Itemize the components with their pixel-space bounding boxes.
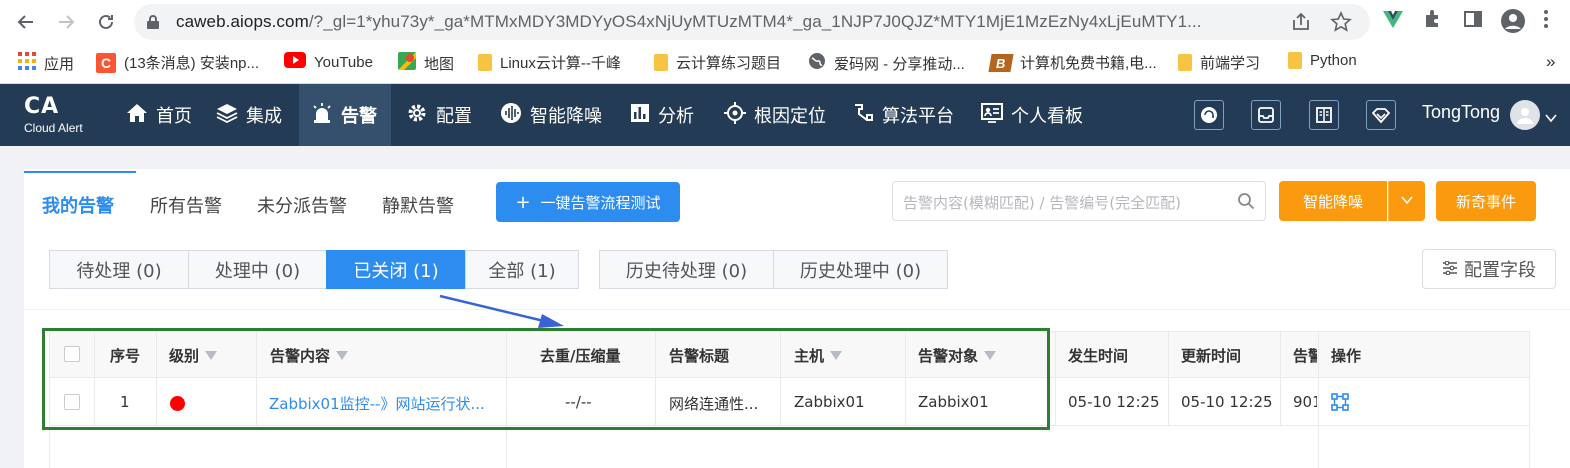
extensions-icon[interactable] — [1422, 8, 1444, 34]
nav-algorithm-platform[interactable]: 算法平台 — [840, 84, 966, 146]
bookmark-frontend[interactable]: 前端学习 — [1178, 52, 1260, 73]
one-click-test-button[interactable]: + 一键告警流程测试 — [496, 182, 680, 222]
star-icon[interactable] — [1330, 11, 1352, 37]
nav-root-cause[interactable]: 根因定位 — [712, 84, 838, 146]
noise-icon — [500, 102, 522, 129]
status-tab-pending[interactable]: 待处理 (0) — [49, 250, 189, 289]
bookmark-python[interactable]: Python — [1288, 52, 1357, 69]
row-updated: 05-10 12:25 — [1181, 393, 1273, 411]
book-site-icon: B — [988, 53, 1014, 72]
menu-kebab-icon[interactable] — [1540, 8, 1552, 34]
new-event-button[interactable]: 新奇事件 — [1436, 181, 1536, 221]
nav-noise-reduction[interactable]: 智能降噪 — [488, 84, 614, 146]
bookmark-maps[interactable]: 地图 — [398, 52, 454, 74]
globe-icon — [808, 52, 826, 74]
diamond-icon[interactable] — [1366, 100, 1396, 130]
annotation-arrow — [439, 294, 564, 328]
bookmarks-bar: 应用 C (13条消息) 安装np... YouTube 地图 Linux云计算… — [0, 44, 1570, 82]
active-tab-indicator — [24, 171, 136, 173]
bookmarks-more[interactable]: » — [1546, 52, 1555, 72]
apps-grid-icon — [18, 52, 36, 74]
tab-unassigned-alerts[interactable]: 未分派告警 — [257, 192, 347, 218]
bookmark-youtube[interactable]: YouTube — [284, 52, 373, 72]
status-tab-history-pending[interactable]: 历史待处理 (0) — [599, 250, 774, 289]
youtube-icon — [284, 52, 306, 72]
gear-icon — [406, 102, 428, 129]
home-icon — [126, 103, 148, 128]
bookmark-aima[interactable]: 爱码网 - 分享推动... — [808, 52, 965, 74]
forward-icon[interactable] — [52, 8, 80, 36]
bar-chart-icon — [630, 103, 650, 128]
docs-book-icon[interactable] — [1309, 100, 1339, 130]
browser-chrome: caweb.aiops.com/?_gl=1*yhu73y*_ga*MTMxMD… — [0, 0, 1570, 84]
folder-icon — [654, 54, 668, 71]
sliders-icon — [1442, 259, 1458, 280]
row-extra-truncated: 901 — [1293, 393, 1317, 411]
status-tab-history-processing[interactable]: 历史处理中 (0) — [773, 250, 948, 289]
csdn-icon: C — [96, 52, 116, 73]
status-tab-processing[interactable]: 处理中 (0) — [188, 250, 327, 289]
app-top-nav: CA Cloud Alert 首页 集成 告警 配置 智能降噪 分析 根因定位 … — [0, 84, 1570, 146]
app-logo[interactable]: CA Cloud Alert — [24, 96, 83, 135]
vue-devtools-icon[interactable] — [1382, 8, 1404, 34]
profile-icon[interactable] — [1500, 8, 1526, 38]
noise-reduction-dropdown[interactable] — [1388, 181, 1425, 221]
search-icon[interactable] — [1237, 192, 1255, 214]
omnibox[interactable]: caweb.aiops.com/?_gl=1*yhu73y*_ga*MTMxMD… — [134, 4, 1370, 40]
alarm-icon — [311, 102, 333, 129]
nav-analysis[interactable]: 分析 — [618, 84, 706, 146]
folder-icon — [478, 54, 492, 71]
url-text: caweb.aiops.com/?_gl=1*yhu73y*_ga*MTMxMD… — [176, 12, 1202, 31]
highlight-box — [42, 328, 1050, 430]
col-header-occurred: 发生时间 — [1068, 347, 1129, 365]
avatar[interactable] — [1510, 100, 1540, 130]
inbox-icon[interactable] — [1251, 100, 1281, 130]
tab-my-alerts[interactable]: 我的告警 — [42, 192, 114, 218]
nav-home[interactable]: 首页 — [114, 84, 204, 146]
support-icon[interactable] — [1194, 100, 1224, 130]
reload-icon[interactable] — [92, 8, 120, 36]
status-tab-all[interactable]: 全部 (1) — [465, 250, 579, 289]
col-header-actions: 操作 — [1331, 347, 1362, 365]
layers-icon — [216, 103, 238, 128]
lock-icon — [146, 14, 160, 34]
user-name[interactable]: TongTong — [1422, 102, 1500, 123]
status-tab-closed[interactable]: 已关闭 (1) — [326, 250, 466, 289]
folder-icon — [1288, 52, 1302, 69]
nav-alerts[interactable]: 告警 — [299, 84, 391, 146]
algorithm-icon — [852, 102, 874, 129]
dashboard-icon — [981, 102, 1003, 128]
bookmark-books[interactable]: B 计算机免费书籍,电... — [988, 52, 1157, 73]
maps-icon — [398, 52, 416, 74]
search-placeholder: 告警内容(模糊匹配) / 告警编号(完全匹配) — [903, 194, 1181, 212]
search-input[interactable]: 告警内容(模糊匹配) / 告警编号(完全匹配) — [892, 181, 1266, 221]
back-icon[interactable] — [12, 8, 40, 36]
bookmark-cloud-exercises[interactable]: 云计算练习题目 — [654, 52, 781, 73]
nav-personal-dashboard[interactable]: 个人看板 — [969, 84, 1095, 146]
address-bar-row: caweb.aiops.com/?_gl=1*yhu73y*_ga*MTMxMD… — [0, 0, 1570, 44]
chevron-down-icon — [1401, 192, 1413, 210]
bookmark-csdn[interactable]: C (13条消息) 安装np... — [96, 52, 259, 73]
bookmark-linux[interactable]: Linux云计算--千峰 — [478, 52, 621, 73]
col-header-alert-truncated: 告警 — [1293, 347, 1317, 365]
tab-all-alerts[interactable]: 所有告警 — [150, 192, 222, 218]
tab-silenced-alerts[interactable]: 静默告警 — [382, 192, 454, 218]
nav-config[interactable]: 配置 — [394, 84, 484, 146]
row-occurred: 05-10 12:25 — [1068, 393, 1160, 411]
side-panel-icon[interactable] — [1462, 8, 1484, 34]
noise-reduction-button[interactable]: 智能降噪 — [1279, 181, 1387, 221]
topology-action-icon[interactable] — [1331, 393, 1349, 415]
bookmark-apps[interactable]: 应用 — [18, 52, 74, 74]
share-icon[interactable] — [1290, 11, 1312, 37]
chevron-down-icon[interactable] — [1545, 109, 1557, 128]
nav-integration[interactable]: 集成 — [204, 84, 294, 146]
target-icon — [724, 101, 746, 129]
config-fields-button[interactable]: 配置字段 — [1422, 249, 1556, 289]
plus-icon: + — [515, 191, 531, 213]
col-header-updated: 更新时间 — [1181, 347, 1242, 365]
folder-icon — [1178, 54, 1192, 71]
